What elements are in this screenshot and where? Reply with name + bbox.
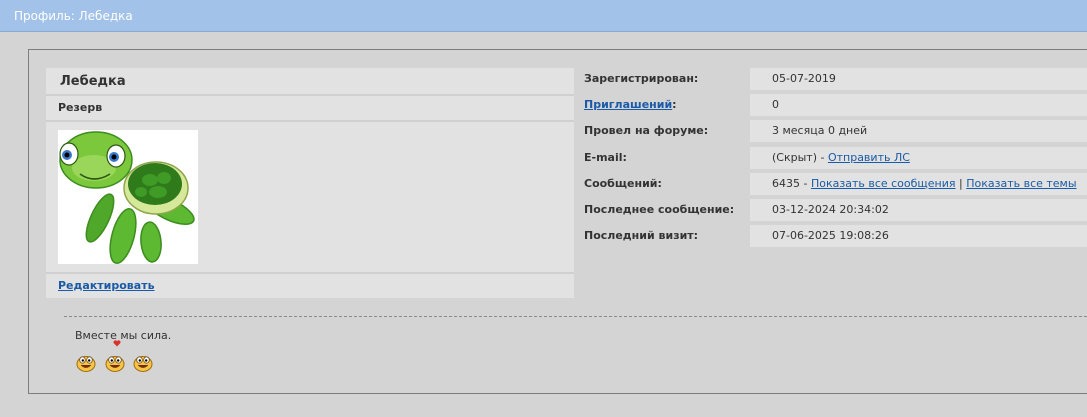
posts-label: Сообщений: [584, 177, 662, 190]
smiley-icon [133, 356, 153, 372]
show-all-posts-link[interactable]: Показать все сообщения [811, 177, 956, 190]
profile-card: Лебедка Резерв Редактировать [46, 68, 574, 298]
window-titlebar: Профиль: Лебедка [0, 0, 1087, 32]
posts-separator: | [955, 177, 967, 190]
time-on-forum-label: Провел на форуме: [584, 124, 709, 137]
time-on-forum-value: 3 месяца 0 дней [750, 120, 1087, 142]
registered-label: Зарегистрирован: [584, 72, 699, 85]
invitations-colon: : [672, 98, 677, 111]
heart-icon [113, 340, 121, 347]
profile-status: Резерв [46, 96, 574, 122]
invitations-label-row: Приглашений: [584, 94, 744, 116]
posts-value-row: 6435 - Показать все сообщения | Показать… [750, 173, 1087, 195]
avatar [58, 130, 198, 264]
page-title: Профиль: Лебедка [14, 9, 133, 23]
posts-count: 6435 - [772, 177, 811, 190]
signature-text: Вместе мы сила. [75, 329, 172, 342]
smiley-icon [105, 356, 125, 372]
profile-name: Лебедка [46, 68, 574, 96]
last-post-value: 03-12-2024 20:34:02 [750, 199, 1087, 221]
edit-profile-row: Редактировать [46, 272, 574, 298]
signature-divider [64, 316, 1087, 317]
last-post-label: Последнее сообщение: [584, 203, 735, 216]
email-label: E-mail: [584, 151, 627, 164]
last-visit-value: 07-06-2025 19:08:26 [750, 225, 1087, 247]
registered-value: 05-07-2019 [750, 68, 1087, 90]
invitations-link[interactable]: Приглашений [584, 98, 672, 111]
show-all-topics-link[interactable]: Показать все темы [966, 177, 1076, 190]
last-visit-label: Последний визит: [584, 229, 699, 242]
smiley-icon [76, 356, 96, 372]
send-pm-link[interactable]: Отправить ЛС [828, 151, 910, 164]
turtle-avatar-icon [59, 131, 195, 264]
invitations-value: 0 [750, 94, 1087, 116]
email-value-row: (Скрыт) - Отправить ЛС [750, 147, 1087, 169]
edit-profile-link[interactable]: Редактировать [58, 279, 155, 292]
email-value: (Скрыт) - [772, 151, 828, 164]
